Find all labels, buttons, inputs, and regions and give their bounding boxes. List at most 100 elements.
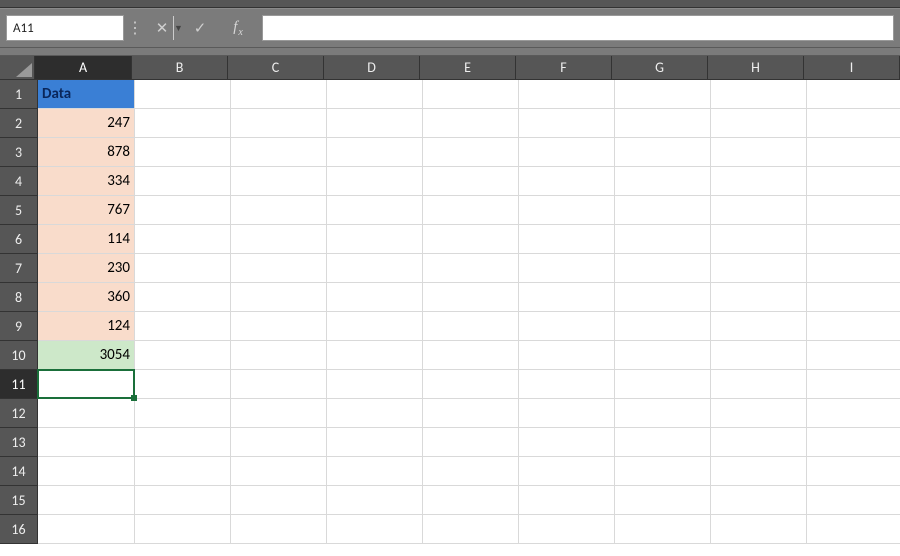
cell[interactable] <box>423 399 519 428</box>
cell[interactable] <box>807 515 900 544</box>
cell[interactable] <box>807 486 900 515</box>
cell[interactable] <box>135 109 231 138</box>
cell[interactable] <box>423 341 519 370</box>
cell[interactable] <box>135 196 231 225</box>
cell[interactable] <box>711 428 807 457</box>
cell[interactable] <box>135 80 231 109</box>
cell[interactable] <box>423 225 519 254</box>
cell[interactable] <box>615 196 711 225</box>
cell[interactable] <box>807 254 900 283</box>
cell[interactable] <box>231 428 327 457</box>
cell[interactable] <box>615 312 711 341</box>
cell[interactable] <box>231 167 327 196</box>
cell[interactable] <box>807 399 900 428</box>
cell[interactable]: 360 <box>38 283 135 312</box>
cell[interactable]: 3054 <box>38 341 135 370</box>
row-header[interactable]: 15 <box>0 486 38 515</box>
column-header[interactable]: C <box>228 56 324 80</box>
cell[interactable]: 124 <box>38 312 135 341</box>
cell[interactable] <box>519 428 615 457</box>
cell[interactable] <box>327 370 423 399</box>
row-header[interactable]: 2 <box>0 109 38 138</box>
cell[interactable] <box>519 138 615 167</box>
cell[interactable] <box>231 312 327 341</box>
cell[interactable] <box>711 138 807 167</box>
cell[interactable] <box>135 341 231 370</box>
cell[interactable] <box>711 486 807 515</box>
cell[interactable] <box>231 457 327 486</box>
cell[interactable] <box>807 225 900 254</box>
cell[interactable] <box>135 225 231 254</box>
row-header[interactable]: 14 <box>0 457 38 486</box>
cell[interactable]: 334 <box>38 167 135 196</box>
cell[interactable] <box>135 370 231 399</box>
cell[interactable] <box>327 254 423 283</box>
row-header[interactable]: 5 <box>0 196 38 225</box>
cell[interactable] <box>327 138 423 167</box>
cell[interactable] <box>807 341 900 370</box>
cell[interactable]: 878 <box>38 138 135 167</box>
cell[interactable] <box>519 486 615 515</box>
cell[interactable] <box>807 196 900 225</box>
cell[interactable] <box>615 109 711 138</box>
cell[interactable]: 247 <box>38 109 135 138</box>
cell[interactable] <box>423 80 519 109</box>
cell[interactable] <box>231 109 327 138</box>
cell[interactable] <box>615 370 711 399</box>
cell[interactable] <box>231 399 327 428</box>
cell[interactable] <box>38 370 135 399</box>
column-header[interactable]: E <box>420 56 516 80</box>
cell[interactable] <box>327 399 423 428</box>
row-header[interactable]: 7 <box>0 254 38 283</box>
row-header[interactable]: 1 <box>0 80 38 109</box>
cell[interactable] <box>231 196 327 225</box>
cell[interactable] <box>327 167 423 196</box>
cell[interactable] <box>231 283 327 312</box>
cell[interactable] <box>231 515 327 544</box>
cell[interactable] <box>711 283 807 312</box>
cell[interactable] <box>327 515 423 544</box>
cell[interactable] <box>807 428 900 457</box>
cell[interactable] <box>519 283 615 312</box>
cell[interactable] <box>423 254 519 283</box>
cell[interactable] <box>38 399 135 428</box>
cell[interactable] <box>615 341 711 370</box>
cell[interactable] <box>423 486 519 515</box>
cell[interactable] <box>711 80 807 109</box>
row-header[interactable]: 11 <box>0 370 38 399</box>
cell[interactable] <box>231 254 327 283</box>
cell[interactable] <box>615 283 711 312</box>
column-header[interactable]: F <box>516 56 612 80</box>
cell[interactable] <box>327 457 423 486</box>
cell[interactable] <box>135 283 231 312</box>
cell[interactable] <box>327 486 423 515</box>
row-header[interactable]: 4 <box>0 167 38 196</box>
row-header[interactable]: 13 <box>0 428 38 457</box>
cell[interactable] <box>807 80 900 109</box>
cell[interactable] <box>327 341 423 370</box>
column-header[interactable]: I <box>804 56 900 80</box>
cell[interactable] <box>135 254 231 283</box>
cell[interactable] <box>423 283 519 312</box>
cell[interactable] <box>711 312 807 341</box>
cell[interactable] <box>423 167 519 196</box>
cell[interactable] <box>38 486 135 515</box>
formula-input[interactable] <box>262 15 894 41</box>
row-header[interactable]: 3 <box>0 138 38 167</box>
cell[interactable] <box>327 428 423 457</box>
column-header[interactable]: B <box>132 56 228 80</box>
cell[interactable] <box>327 312 423 341</box>
cell[interactable] <box>615 399 711 428</box>
cell[interactable] <box>519 399 615 428</box>
column-header[interactable]: D <box>324 56 420 80</box>
cell[interactable] <box>423 457 519 486</box>
cell[interactable] <box>423 312 519 341</box>
cell[interactable] <box>519 196 615 225</box>
select-all-corner[interactable] <box>0 56 35 80</box>
cell[interactable] <box>711 515 807 544</box>
cell[interactable] <box>615 80 711 109</box>
cell[interactable] <box>38 457 135 486</box>
cell[interactable] <box>519 80 615 109</box>
cell[interactable] <box>135 312 231 341</box>
cell[interactable] <box>135 515 231 544</box>
